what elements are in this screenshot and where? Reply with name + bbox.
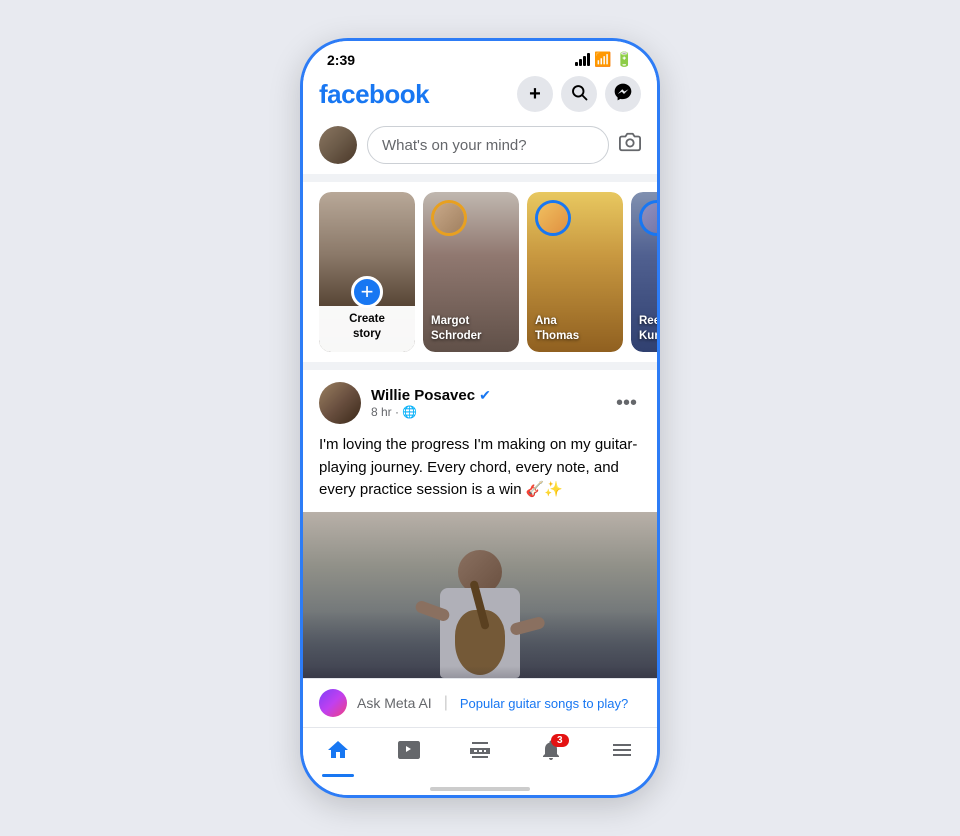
nav-notifications[interactable]: 3	[523, 734, 579, 771]
phone-frame: 2:39 📶 🔋 facebook +	[300, 38, 660, 798]
video-icon	[397, 738, 421, 767]
bottom-nav: 3	[303, 727, 657, 781]
facebook-logo: facebook	[319, 79, 429, 110]
search-button[interactable]	[561, 76, 597, 112]
status-time: 2:39	[327, 52, 355, 68]
post-author-name-row: Willie Posavec ✔	[371, 387, 491, 404]
nav-menu[interactable]	[594, 734, 650, 771]
home-icon	[326, 738, 350, 767]
signal-icon	[575, 53, 590, 66]
post-text: I'm loving the progress I'm making on my…	[303, 430, 657, 512]
post-author-name: Willie Posavec	[371, 387, 475, 404]
post-image	[303, 512, 657, 679]
story-margot-surname: Schroder	[431, 330, 482, 342]
create-story-label1: Create	[349, 313, 385, 325]
meta-ai-bar[interactable]: Ask Meta AI | Popular guitar songs to pl…	[303, 678, 657, 727]
meta-ai-suggestion[interactable]: Popular guitar songs to play?	[460, 696, 628, 711]
post-placeholder: What's on your mind?	[382, 137, 527, 154]
post-card: Willie Posavec ✔ 8 hr · 🌐 ••• I'm loving…	[303, 370, 657, 678]
user-avatar	[319, 126, 357, 164]
meta-ai-icon	[319, 689, 347, 717]
post-input[interactable]: What's on your mind?	[367, 126, 609, 164]
meta-ai-label: Ask Meta AI	[357, 695, 432, 711]
post-author-info: Willie Posavec ✔ 8 hr · 🌐	[319, 382, 491, 424]
post-more-button[interactable]: •••	[612, 388, 641, 419]
camera-icon[interactable]	[619, 131, 641, 159]
story-ana-name: Ana	[535, 315, 557, 327]
story-avatar-ring-margot	[431, 200, 467, 236]
messenger-button[interactable]	[605, 76, 641, 112]
verified-badge: ✔	[479, 387, 491, 404]
nav-marketplace[interactable]	[452, 734, 508, 771]
stories-strip: + Create story Margot Schroder	[303, 182, 657, 370]
header: facebook +	[303, 72, 657, 120]
nav-home[interactable]	[310, 734, 366, 771]
feed: Willie Posavec ✔ 8 hr · 🌐 ••• I'm loving…	[303, 370, 657, 678]
meta-ai-separator: |	[444, 694, 448, 712]
post-meta: 8 hr · 🌐	[371, 405, 491, 419]
post-author-avatar	[319, 382, 361, 424]
story-reer-name: Reer	[639, 315, 657, 327]
story-reer-surname: Kum...	[639, 330, 657, 342]
home-active-bar	[322, 774, 354, 777]
nav-video[interactable]	[381, 734, 437, 771]
story-reer[interactable]: Reer Kum...	[631, 192, 657, 352]
search-icon	[570, 83, 588, 106]
story-margot-name: Margot	[431, 315, 469, 327]
status-icons: 📶 🔋	[575, 51, 633, 68]
story-ana-surname: Thomas	[535, 330, 579, 342]
marketplace-icon	[468, 738, 492, 767]
plus-icon: +	[529, 83, 541, 106]
header-actions: +	[517, 76, 641, 112]
status-bar: 2:39 📶 🔋	[303, 41, 657, 72]
post-author-details: Willie Posavec ✔ 8 hr · 🌐	[371, 387, 491, 419]
add-button[interactable]: +	[517, 76, 553, 112]
story-margot[interactable]: Margot Schroder	[423, 192, 519, 352]
create-story-label2: story	[353, 328, 381, 340]
story-avatar-ring-ana	[535, 200, 571, 236]
wifi-icon: 📶	[594, 51, 611, 68]
menu-icon	[610, 738, 634, 767]
create-story-plus-icon: +	[351, 276, 383, 308]
story-ana[interactable]: Ana Thomas	[527, 192, 623, 352]
notification-badge: 3	[551, 734, 569, 747]
home-bar	[430, 787, 530, 791]
create-story-card[interactable]: + Create story	[319, 192, 415, 352]
battery-icon: 🔋	[616, 51, 633, 68]
home-indicator	[303, 781, 657, 795]
post-header: Willie Posavec ✔ 8 hr · 🌐 •••	[303, 370, 657, 430]
post-input-bar: What's on your mind?	[303, 120, 657, 182]
messenger-icon	[613, 82, 633, 107]
